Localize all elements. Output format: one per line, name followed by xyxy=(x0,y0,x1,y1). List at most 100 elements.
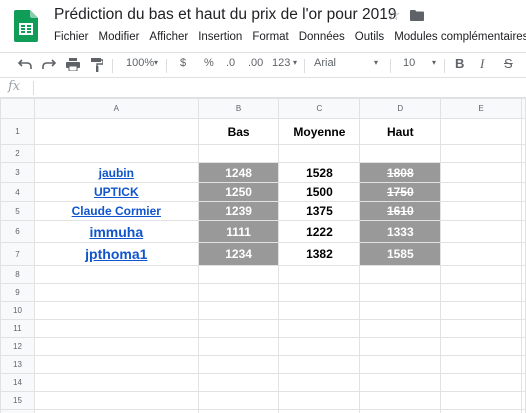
cell[interactable] xyxy=(440,391,522,410)
cell[interactable] xyxy=(359,337,442,356)
user-link[interactable]: immuha xyxy=(89,224,143,240)
increase-decimals-button[interactable]: .00 xyxy=(248,57,263,69)
cell[interactable] xyxy=(278,391,361,410)
high-cell[interactable]: 1333 xyxy=(359,220,442,243)
cell[interactable] xyxy=(440,144,522,163)
cell[interactable] xyxy=(440,337,522,356)
cell[interactable] xyxy=(359,391,442,410)
high-cell[interactable]: 1750 xyxy=(359,182,442,202)
mid-cell[interactable]: 1528 xyxy=(278,162,361,183)
cell[interactable] xyxy=(33,391,199,410)
cell[interactable] xyxy=(33,118,199,145)
print-icon[interactable] xyxy=(66,58,80,71)
cell[interactable] xyxy=(520,118,526,145)
cell[interactable] xyxy=(278,409,361,413)
column-header-d[interactable]: D xyxy=(359,98,442,119)
cell[interactable] xyxy=(33,265,199,284)
bold-button[interactable]: B xyxy=(455,56,464,71)
cell[interactable] xyxy=(278,373,361,392)
percent-button[interactable]: % xyxy=(204,57,214,69)
cell[interactable] xyxy=(440,283,522,302)
row-header[interactable]: 4 xyxy=(0,182,35,202)
name-cell[interactable]: immuha xyxy=(33,220,199,243)
name-cell[interactable]: UPTICK xyxy=(33,182,199,202)
header-cell-haut[interactable]: Haut xyxy=(359,118,442,145)
cell[interactable] xyxy=(520,337,526,356)
undo-icon[interactable] xyxy=(18,58,32,70)
cell[interactable] xyxy=(440,409,522,413)
cell[interactable] xyxy=(359,319,442,338)
font-select[interactable]: Arial xyxy=(314,57,336,69)
cell[interactable] xyxy=(197,144,280,163)
row-header[interactable]: 3 xyxy=(0,162,35,183)
cell[interactable] xyxy=(278,355,361,374)
column-header-a[interactable]: A xyxy=(33,98,199,119)
cell[interactable] xyxy=(359,283,442,302)
font-size-select[interactable]: 10 xyxy=(403,57,415,69)
redo-icon[interactable] xyxy=(42,58,56,70)
cell[interactable] xyxy=(520,201,526,221)
cell[interactable] xyxy=(197,355,280,374)
high-cell[interactable]: 1585 xyxy=(359,242,442,266)
cell[interactable] xyxy=(197,409,280,413)
menu-donnees[interactable]: Données xyxy=(299,31,345,43)
formula-input[interactable] xyxy=(40,81,520,95)
name-cell[interactable]: Claude Cormier xyxy=(33,201,199,221)
low-cell[interactable]: 1248 xyxy=(197,162,280,183)
menu-outils[interactable]: Outils xyxy=(355,31,384,43)
cell[interactable] xyxy=(33,337,199,356)
cell[interactable] xyxy=(359,409,442,413)
paint-format-icon[interactable] xyxy=(91,58,103,72)
cell[interactable] xyxy=(197,391,280,410)
name-cell[interactable]: jpthoma1 xyxy=(33,242,199,266)
mid-cell[interactable]: 1382 xyxy=(278,242,361,266)
cell[interactable] xyxy=(359,144,442,163)
mid-cell[interactable]: 1375 xyxy=(278,201,361,221)
cell[interactable] xyxy=(520,319,526,338)
cell[interactable] xyxy=(520,301,526,320)
cell[interactable] xyxy=(520,373,526,392)
cell[interactable] xyxy=(359,265,442,284)
cell[interactable] xyxy=(33,355,199,374)
cell[interactable] xyxy=(520,144,526,163)
cell[interactable] xyxy=(440,242,522,266)
cell[interactable] xyxy=(278,319,361,338)
cell[interactable] xyxy=(359,301,442,320)
user-link[interactable]: jaubin xyxy=(99,166,134,180)
cell[interactable] xyxy=(440,182,522,202)
cell[interactable] xyxy=(440,118,522,145)
cell[interactable] xyxy=(197,373,280,392)
column-header-b[interactable]: B xyxy=(197,98,280,119)
user-link[interactable]: Claude Cormier xyxy=(72,204,161,218)
menu-fichier[interactable]: Fichier xyxy=(54,31,89,43)
cell[interactable] xyxy=(278,144,361,163)
cell[interactable] xyxy=(520,182,526,202)
row-header[interactable]: 5 xyxy=(0,201,35,221)
cell[interactable] xyxy=(440,373,522,392)
low-cell[interactable]: 1111 xyxy=(197,220,280,243)
row-header[interactable]: 6 xyxy=(0,220,35,243)
cell[interactable] xyxy=(197,337,280,356)
cell[interactable] xyxy=(440,265,522,284)
cell[interactable] xyxy=(520,391,526,410)
cell[interactable] xyxy=(440,319,522,338)
folder-icon[interactable] xyxy=(410,10,424,21)
row-header[interactable]: 15 xyxy=(0,391,35,410)
row-header[interactable]: 8 xyxy=(0,265,35,284)
cell[interactable] xyxy=(33,283,199,302)
row-header[interactable]: 11 xyxy=(0,319,35,338)
low-cell[interactable]: 1234 xyxy=(197,242,280,266)
cell[interactable] xyxy=(440,162,522,183)
italic-button[interactable]: I xyxy=(480,56,484,72)
row-header[interactable]: 9 xyxy=(0,283,35,302)
cell[interactable] xyxy=(278,337,361,356)
high-cell[interactable]: 1610 xyxy=(359,201,442,221)
cell[interactable] xyxy=(33,301,199,320)
column-header-e[interactable]: E xyxy=(440,98,522,119)
column-header-c[interactable]: C xyxy=(278,98,361,119)
cell[interactable] xyxy=(440,301,522,320)
header-cell-bas[interactable]: Bas xyxy=(197,118,280,145)
column-header-f[interactable] xyxy=(520,98,526,119)
menu-insertion[interactable]: Insertion xyxy=(198,31,242,43)
low-cell[interactable]: 1239 xyxy=(197,201,280,221)
